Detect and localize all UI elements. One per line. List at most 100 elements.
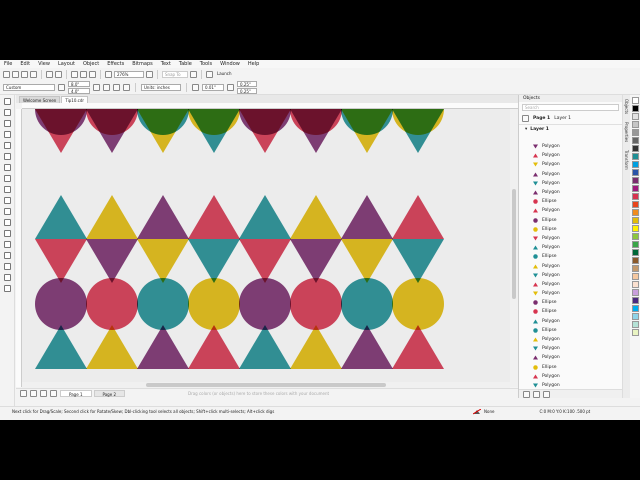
next-page-icon[interactable]: [40, 390, 47, 397]
menu-item-file[interactable]: File: [4, 61, 12, 67]
menu-item-window[interactable]: Window: [220, 61, 240, 67]
object-list-item[interactable]: Ellipse: [519, 326, 619, 335]
add-page-icon[interactable]: [50, 390, 57, 397]
eyedropper-tool-icon[interactable]: [3, 252, 11, 259]
color-swatch[interactable]: [631, 169, 639, 176]
document-tab[interactable]: Welcome Screen: [19, 96, 61, 103]
parallel-dimension-tool-icon[interactable]: [3, 208, 11, 215]
new-layer-icon[interactable]: [523, 390, 530, 398]
object-list-item[interactable]: Polygon: [519, 271, 619, 280]
ellipse-shape[interactable]: [35, 278, 87, 330]
color-swatch[interactable]: [631, 129, 639, 136]
color-swatch[interactable]: [631, 145, 639, 152]
color-swatch[interactable]: [631, 225, 639, 232]
vertical-scroll-thumb[interactable]: [512, 189, 516, 299]
object-list-item[interactable]: Ellipse: [519, 307, 619, 316]
document-tab[interactable]: Tip10.cdr: [61, 96, 89, 103]
object-list-item[interactable]: Polygon: [519, 170, 619, 179]
launch-icon[interactable]: [206, 70, 213, 78]
object-list-item[interactable]: Polygon: [519, 335, 619, 344]
page-preset-select[interactable]: Custom: [3, 83, 55, 91]
color-swatch[interactable]: [631, 257, 639, 264]
artistic-media-tool-icon[interactable]: [3, 153, 11, 160]
color-swatch[interactable]: [631, 241, 639, 248]
current-page-icon[interactable]: [123, 83, 130, 91]
horizontal-scroll-thumb[interactable]: [146, 383, 386, 387]
text-tool-icon[interactable]: [3, 197, 11, 204]
color-swatch[interactable]: [631, 249, 639, 256]
landscape-icon[interactable]: [103, 83, 110, 91]
object-list-item[interactable]: Polygon: [519, 261, 619, 270]
menu-item-table[interactable]: Table: [179, 61, 192, 67]
page-tab[interactable]: Page 2: [93, 390, 125, 397]
crop-tool-icon[interactable]: [3, 120, 11, 127]
color-swatch[interactable]: [631, 217, 639, 224]
full-screen-icon[interactable]: [105, 70, 112, 78]
object-list-item[interactable]: Polygon: [519, 243, 619, 252]
print-icon[interactable]: [30, 70, 37, 78]
color-swatch[interactable]: [631, 113, 639, 120]
menu-item-effects[interactable]: Effects: [107, 61, 124, 67]
portrait-icon[interactable]: [93, 83, 100, 91]
color-swatch[interactable]: [631, 305, 639, 312]
zoom-level-field[interactable]: 276%: [114, 70, 144, 78]
export-icon[interactable]: [80, 70, 87, 78]
object-list-item[interactable]: Ellipse: [519, 252, 619, 261]
transparency-tool-icon[interactable]: [3, 241, 11, 248]
page-width-field[interactable]: 8.0": [68, 80, 90, 87]
shape-tool-icon[interactable]: [3, 109, 11, 116]
object-list-item[interactable]: Polygon: [519, 280, 619, 289]
menu-item-edit[interactable]: Edit: [20, 61, 30, 67]
color-swatch[interactable]: [631, 297, 639, 304]
delete-icon[interactable]: [543, 390, 550, 398]
first-page-icon[interactable]: [20, 390, 27, 397]
ellipse-shape[interactable]: [86, 278, 138, 330]
color-swatch[interactable]: [631, 201, 639, 208]
snap-to-dropdown[interactable]: Snap To: [162, 70, 188, 78]
color-swatch[interactable]: [631, 329, 639, 336]
object-search-input[interactable]: Search: [522, 104, 619, 111]
menu-item-bitmaps[interactable]: Bitmaps: [132, 61, 153, 67]
side-tab-transform[interactable]: Transform: [624, 146, 629, 174]
side-tab-objects[interactable]: Objects: [624, 95, 629, 118]
launch-dropdown[interactable]: Launch: [215, 71, 241, 78]
color-swatch[interactable]: [631, 153, 639, 160]
geometric-pattern-artwork[interactable]: [22, 109, 510, 387]
ellipse-shape[interactable]: [239, 278, 291, 330]
fill-indicator[interactable]: None: [473, 408, 494, 415]
expand-chevron-icon[interactable]: ▾: [525, 127, 527, 132]
menu-item-tools[interactable]: Tools: [200, 61, 212, 67]
object-list-item[interactable]: Polygon: [519, 317, 619, 326]
menu-item-object[interactable]: Object: [83, 61, 99, 67]
object-list-item[interactable]: Polygon: [519, 234, 619, 243]
options-gear-icon[interactable]: [190, 70, 197, 78]
object-list-item[interactable]: Ellipse: [519, 225, 619, 234]
ellipse-shape[interactable]: [392, 278, 444, 330]
color-swatch[interactable]: [631, 193, 639, 200]
add-tool-icon[interactable]: [3, 285, 11, 292]
rulers-icon[interactable]: [146, 70, 153, 78]
ellipse-shape[interactable]: [188, 278, 240, 330]
redo-icon[interactable]: [55, 70, 62, 78]
current-page-label[interactable]: Page 1: [533, 116, 550, 121]
menu-item-text[interactable]: Text: [161, 61, 171, 67]
pick-tool-icon[interactable]: [3, 98, 11, 105]
color-swatch[interactable]: [631, 273, 639, 280]
open-icon[interactable]: [12, 70, 19, 78]
drawing-canvas[interactable]: [22, 109, 510, 387]
undo-icon[interactable]: [46, 70, 53, 78]
color-swatch[interactable]: [631, 281, 639, 288]
menu-item-help[interactable]: Help: [248, 61, 259, 67]
import-icon[interactable]: [71, 70, 78, 78]
ellipse-shape[interactable]: [290, 278, 342, 330]
object-list-item[interactable]: Polygon: [519, 289, 619, 298]
duplicate-y-field[interactable]: 0.25": [237, 87, 257, 94]
color-swatch[interactable]: [631, 97, 639, 104]
color-swatch[interactable]: [631, 321, 639, 328]
side-tab-properties[interactable]: Properties: [624, 118, 629, 146]
menu-item-layout[interactable]: Layout: [58, 61, 75, 67]
object-list-item[interactable]: Ellipse: [519, 298, 619, 307]
previous-page-icon[interactable]: [30, 390, 37, 397]
object-list-item[interactable]: Polygon: [519, 353, 619, 362]
object-list-item[interactable]: Polygon: [519, 179, 619, 188]
